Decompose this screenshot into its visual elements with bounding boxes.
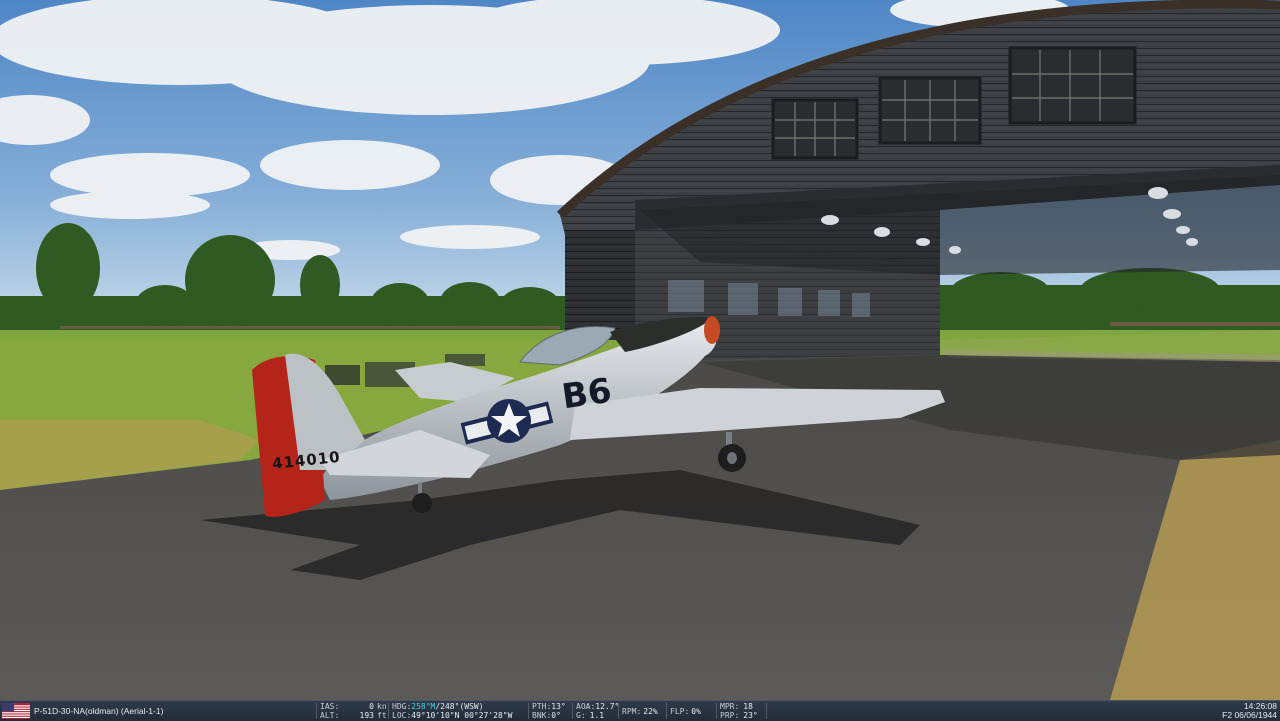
flp-value: 0% [691,707,701,716]
rpm-label: RPM: [622,707,642,716]
hdg-magnetic: 258°M [411,702,436,711]
aircraft-name: P-51D-30-NA(oldman) (Aerial-1-1) [34,706,164,716]
speed-altitude-cell: IAS: 0 kn ALT: 193 ft [320,702,387,720]
flaps-cell: FLP: 0% [670,707,701,716]
game-scene: B6 414010 [0,0,1280,700]
rpm-value: 22% [643,707,658,716]
flight-info-bar: P-51D-30-NA(oldman) (Aerial-1-1) IAS: 0 kn… [0,700,1280,721]
hdg-label: HDG: [392,702,412,711]
pth-value: 13° [551,702,566,711]
aoa-value: 12.7° [595,702,620,711]
loc-value: 49°10'10"N 00°27'28"W [411,711,513,720]
mpr-label: MPR: [720,702,740,711]
ias-value: 0 [369,702,374,711]
prp-value: 23° [743,711,758,720]
aoa-label: AOA: [576,702,596,711]
rpm-cell: RPM: 22% [622,707,658,716]
mission-clock: 14:26:08 F2 06/06/1944 [1222,702,1277,720]
pitch-bank-cell: PTH: 13° BNK: 0° [532,702,566,720]
loc-label: LOC: [392,711,412,720]
mpr-value: 18 [743,702,753,711]
alt-value: 193 [359,711,374,720]
alt-unit: ft [377,711,387,720]
heading-location-cell: HDG: 258°M/248°(WSW) LOC: 49°10'10"N 00°27… [392,702,512,720]
bnk-value: 0° [551,711,561,720]
alt-label: ALT: [320,711,340,720]
aircraft-code-marking: B6 [559,371,614,418]
us-flag-icon [2,703,30,719]
pth-label: PTH: [532,702,552,711]
prp-label: PRP: [720,711,740,720]
aoa-g-cell: AOA: 12.7° G: 1.1 [576,702,619,720]
g-label: G: [576,711,586,720]
ias-label: IAS: [320,702,340,711]
g-value: 1.1 [589,711,605,720]
mission-date: F2 06/06/1944 [1222,710,1277,720]
bnk-label: BNK: [532,711,552,720]
manifold-prop-cell: MPR: 18 PRP: 23° [720,702,758,720]
flp-label: FLP: [670,707,690,716]
ias-unit: kn [377,702,387,711]
hdg-true: /248°(WSW) [435,702,484,711]
